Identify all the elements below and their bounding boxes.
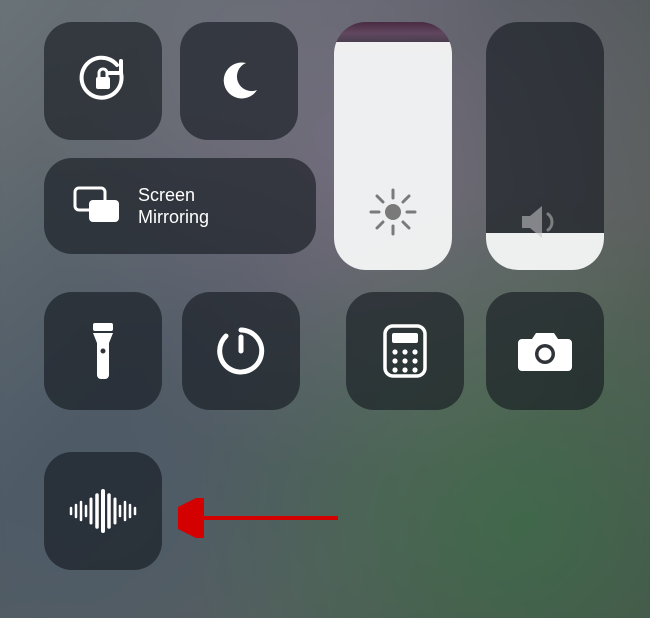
sun-icon [365, 184, 421, 240]
moon-icon [216, 58, 262, 104]
screen-mirroring-button[interactable]: Screen Mirroring [44, 158, 316, 254]
screen-mirroring-label: Screen Mirroring [138, 184, 209, 228]
camera-icon [516, 329, 574, 373]
flashlight-button[interactable] [44, 292, 162, 410]
waveform-icon [67, 489, 139, 533]
timer-icon [214, 324, 268, 378]
camera-button[interactable] [486, 292, 604, 410]
calculator-button[interactable] [346, 292, 464, 410]
control-center: Screen Mirroring [0, 0, 650, 618]
brightness-slider[interactable] [334, 22, 452, 270]
do-not-disturb-button[interactable] [180, 22, 298, 140]
annotation-arrow [178, 498, 348, 538]
calculator-icon [383, 324, 427, 378]
rotation-lock-icon [73, 51, 133, 111]
screen-mirroring-icon [72, 186, 122, 226]
timer-button[interactable] [182, 292, 300, 410]
voice-memos-button[interactable] [44, 452, 162, 570]
speaker-icon [518, 200, 572, 244]
rotation-lock-button[interactable] [44, 22, 162, 140]
volume-slider[interactable] [486, 22, 604, 270]
flashlight-icon [87, 321, 119, 381]
